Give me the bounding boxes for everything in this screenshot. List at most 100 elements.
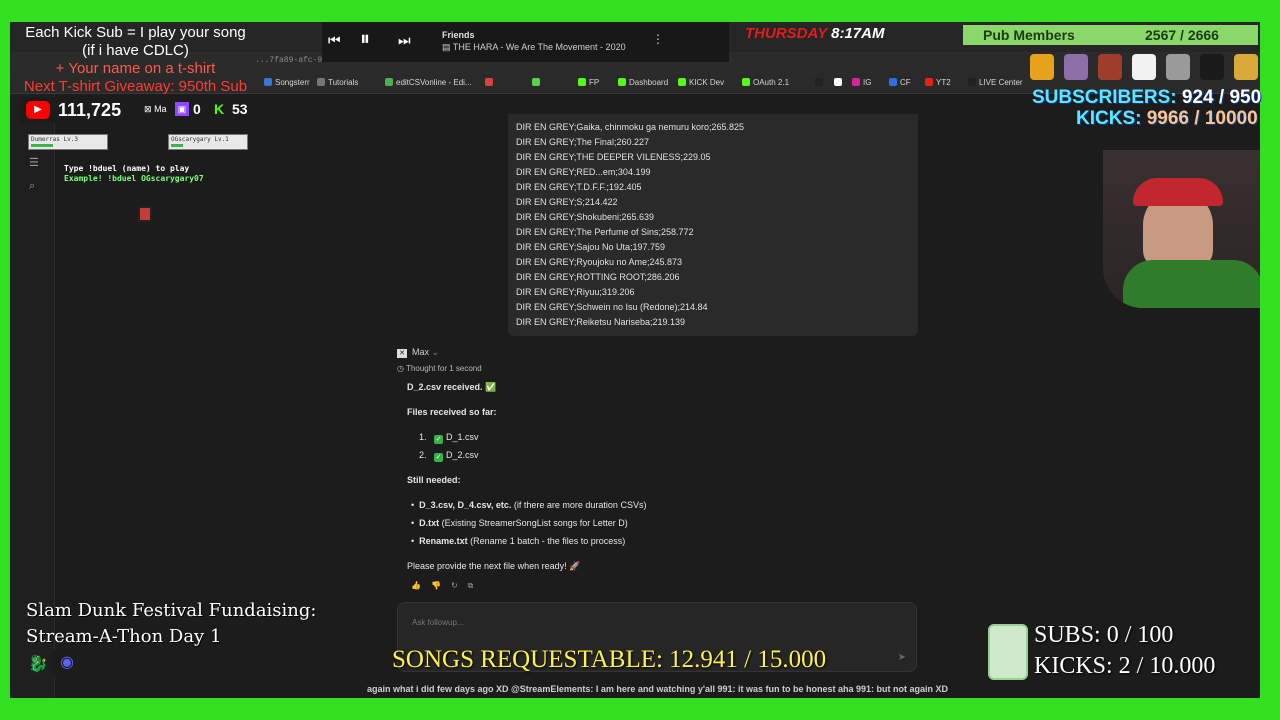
next-icon[interactable]: ⏭ — [398, 32, 411, 49]
bookmark-label: YT2 — [936, 78, 951, 87]
player1-name: Dumerras Lv.3 — [31, 136, 78, 143]
playlist-name: Friends — [442, 30, 475, 40]
bookmark-label: FP — [589, 78, 600, 87]
chat-ticker: again what i did few days ago XD @Stream… — [367, 684, 949, 694]
pub-members-avatars — [1030, 50, 1258, 84]
stream-title: Slam Dunk Festival Fundaising: Stream-A-… — [26, 598, 316, 650]
webcam-feed — [1103, 150, 1260, 308]
subscribers-value: 924 / 950 — [1181, 87, 1262, 108]
twitch-small-icon: ⊠ — [144, 104, 152, 114]
bookmark-icon — [678, 78, 686, 86]
subscribers-label: SUBSCRIBERS: — [1032, 87, 1177, 108]
member-shirt-icon — [1098, 54, 1122, 80]
member-shirt-icon — [1030, 54, 1054, 80]
code-line: DIR EN GREY;Shokubeni;265.639 — [516, 212, 654, 222]
duel-help-line1: Type !bduel (name) to play — [64, 164, 190, 173]
bookmark-label: Tutorials — [328, 78, 359, 87]
code-line: DIR EN GREY;ROTTING ROOT;286.206 — [516, 272, 680, 282]
goal-jar-icon — [988, 624, 1028, 680]
youtube-icon: ▶ — [26, 101, 50, 119]
stream-title-line2: Stream-A-Thon Day 1 — [26, 626, 222, 647]
bookmark-icon — [485, 78, 493, 86]
stream-frame: ...7fa89-afc-9158839332e5 Songsterr Tutor… — [0, 0, 1280, 720]
pub-members-bar: Pub Members 2567 / 2666 — [963, 25, 1258, 45]
subs-kicks-goal: SUBS: 0 / 100 KICKS: 2 / 10.000 — [1034, 620, 1215, 682]
code-line: DIR EN GREY;Schwein no Isu (Redone);214.… — [516, 302, 708, 312]
sub-promo-line2: (if i have CDLC) — [82, 42, 189, 59]
browser-window: ...7fa89-afc-9158839332e5 Songsterr Tutor… — [10, 22, 1260, 698]
checkmark-icon: ✓ — [434, 435, 444, 444]
bookmark-icon — [968, 78, 976, 86]
bookmark-label: editCSVonline - Edi... — [396, 78, 472, 87]
bookmark-icon — [742, 78, 750, 86]
member-shirt-icon — [1166, 54, 1190, 80]
model-label[interactable]: ✕ Max ⌄ — [397, 347, 439, 358]
bookmark-item[interactable]: Songsterr — [264, 78, 310, 87]
thought-status[interactable]: ◷ Thought for 1 second — [397, 364, 482, 373]
thumbs-down-icon[interactable]: 👎 — [431, 581, 451, 590]
duel-help-line2: Example! !bduel OGscarygary07 — [64, 174, 204, 183]
clock-day: THURSDAY — [745, 25, 827, 42]
code-line: DIR EN GREY;RED...em;304.199 — [516, 167, 651, 177]
pause-icon[interactable]: ⏸ — [360, 28, 370, 51]
sub-promo-line1: Each Kick Sub = I play your song — [25, 24, 246, 41]
send-icon[interactable]: ➤ — [898, 652, 906, 663]
bookmark-icon — [852, 78, 860, 86]
music-player: ⏮ ⏸ ⏭ Friends ▤ THE HARA - We Are The Mo… — [322, 22, 729, 62]
bookmark-item[interactable]: OAuth 2.1 — [742, 78, 789, 87]
code-line: DIR EN GREY;Gaika, chinmoku ga nemuru ko… — [516, 122, 745, 132]
file-item-2: 2. ✓ D_2.csv — [419, 450, 479, 462]
thumbs-up-icon[interactable]: 👍 — [411, 581, 431, 590]
kick-count: 53 — [232, 101, 248, 117]
sub-promo: Each Kick Sub = I play your song (if i h… — [18, 24, 253, 96]
member-shirt-icon — [1064, 54, 1088, 80]
kicks-goal: KICKS: 9966 / 10000 — [1076, 108, 1258, 130]
subs-goal-text: SUBS: 0 / 100 — [1034, 622, 1174, 648]
bookmark-icon — [815, 78, 823, 86]
files-heading: Files received so far: — [407, 407, 497, 417]
previous-icon[interactable]: ⏮ — [328, 32, 341, 49]
code-line: DIR EN GREY;S;214.422 — [516, 197, 618, 207]
member-shirt-icon — [1200, 54, 1224, 80]
code-line: DIR EN GREY;Riyuu;319.206 — [516, 287, 635, 297]
bookmark-label: Songsterr — [275, 78, 310, 87]
bookmark-item[interactable]: Dashboard — [618, 78, 668, 87]
bookmark-item[interactable] — [485, 78, 496, 87]
bookmark-item[interactable]: editCSVonline - Edi... — [385, 78, 472, 87]
bookmark-item[interactable]: CF — [889, 78, 911, 87]
duel-instructions: Type !bduel (name) to play Example! !bdu… — [64, 164, 204, 184]
bookmark-item[interactable] — [815, 78, 826, 87]
bookmark-icon — [618, 78, 626, 86]
youtube-count: 111,725 — [58, 100, 122, 120]
bookmark-item[interactable]: IG — [852, 78, 871, 87]
bookmark-item[interactable]: Tutorials — [317, 78, 358, 87]
pub-members-label: Pub Members — [983, 27, 1075, 43]
songs-requestable: SONGS REQUESTABLE: 12.941 / 15.000 — [392, 646, 827, 673]
streamer-cap — [1133, 178, 1223, 206]
bookmark-item[interactable]: YT2 — [925, 78, 951, 87]
file-item-1: 1. ✓ D_1.csv — [419, 432, 479, 444]
bookmark-icon — [925, 78, 933, 86]
bookmark-item[interactable]: KICK Dev — [678, 78, 724, 87]
bookmark-item[interactable] — [834, 78, 845, 87]
code-line: DIR EN GREY;The Perfume of Sins;258.772 — [516, 227, 694, 237]
code-line: DIR EN GREY;The Final;260.227 — [516, 137, 649, 147]
twitch-icon: ▣ — [175, 102, 189, 116]
model-name: Max — [412, 347, 430, 357]
pub-members-value: 2567 / 2666 — [1145, 27, 1219, 43]
closing-text: Please provide the next file when ready!… — [407, 561, 581, 571]
bookmark-item[interactable] — [532, 78, 543, 87]
bookmark-icon — [264, 78, 272, 86]
followup-placeholder: Ask followup... — [412, 618, 464, 627]
kicks-value: 9966 / 10000 — [1146, 108, 1258, 129]
retry-icon[interactable]: ↻ — [451, 581, 468, 590]
received-text: D_2.csv received. ✅ — [407, 382, 497, 392]
clock-time: 8:17AM — [831, 25, 885, 42]
copy-icon[interactable]: ⧉ — [468, 581, 484, 590]
search-icon[interactable]: ⌕ — [29, 180, 35, 193]
list-icon[interactable]: ☰ — [29, 156, 39, 169]
more-options-icon[interactable]: ⋮ — [652, 32, 664, 46]
bookmark-item[interactable]: FP — [578, 78, 599, 87]
clock: THURSDAY 8:17AM — [745, 25, 884, 42]
bookmark-item[interactable]: LIVE Center — [968, 78, 1023, 87]
